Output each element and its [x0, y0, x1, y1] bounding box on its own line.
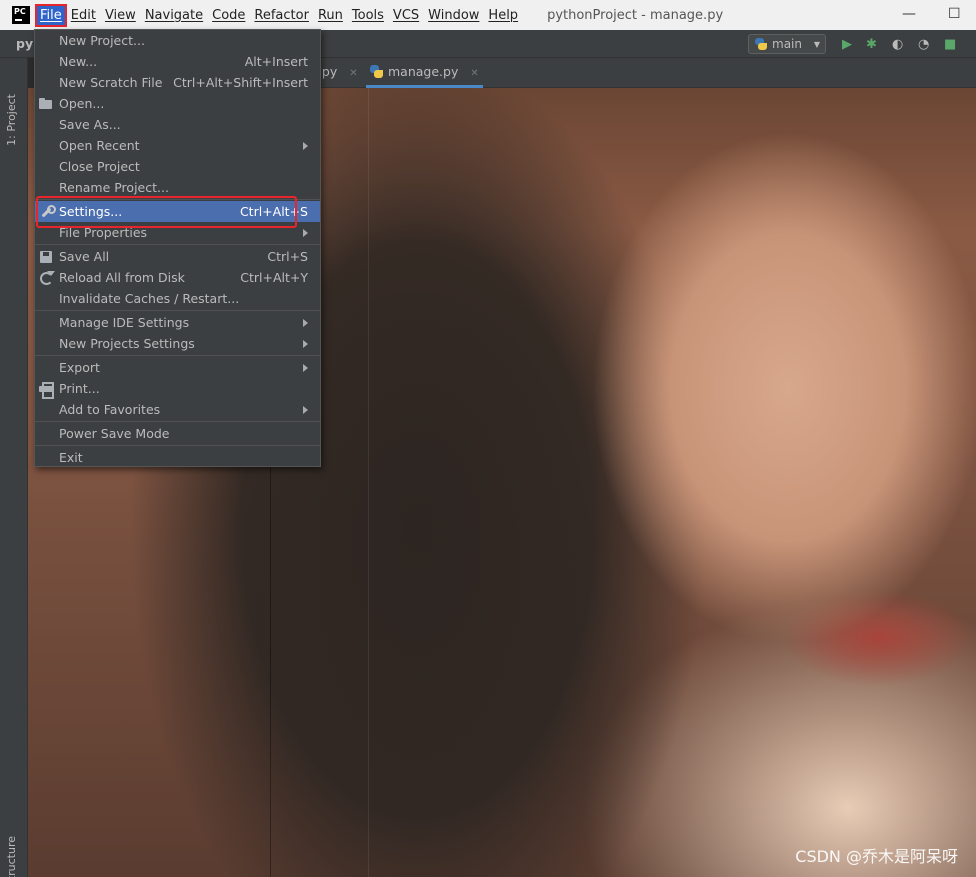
- menu-item-invalidate-caches[interactable]: Invalidate Caches / Restart...: [35, 288, 320, 309]
- menu-vcs[interactable]: VCS: [389, 5, 423, 26]
- editor-tab-bar: n.py ✕ manage.py ✕: [270, 58, 976, 88]
- menu-view[interactable]: View: [101, 5, 140, 26]
- editor-right-margin: [368, 88, 369, 877]
- menu-item-print[interactable]: Print...: [35, 378, 320, 399]
- print-icon: [39, 382, 54, 399]
- menu-item-settings[interactable]: Settings... Ctrl+Alt+S: [35, 201, 320, 222]
- menu-run[interactable]: Run: [314, 5, 347, 26]
- menu-separator: [35, 310, 320, 311]
- run-configuration-selector[interactable]: main ▼: [748, 34, 826, 54]
- structure-tool-tab[interactable]: Z: Structure: [5, 836, 18, 877]
- menu-item-new-projects-settings[interactable]: New Projects Settings: [35, 333, 320, 354]
- menu-separator: [35, 421, 320, 422]
- pycharm-logo-icon: PC: [12, 6, 30, 24]
- menu-item-power-save-mode[interactable]: Power Save Mode: [35, 423, 320, 444]
- debug-icon[interactable]: ✱: [866, 37, 877, 52]
- menu-tools[interactable]: Tools: [348, 5, 388, 26]
- menu-item-new-scratch-file[interactable]: New Scratch File Ctrl+Alt+Shift+Insert: [35, 72, 320, 93]
- menu-item-file-properties[interactable]: File Properties: [35, 222, 320, 243]
- wrench-icon: [39, 205, 56, 218]
- menu-item-close-project[interactable]: Close Project: [35, 156, 320, 177]
- folder-icon: [39, 97, 53, 110]
- menu-separator: [35, 445, 320, 446]
- close-icon[interactable]: ✕: [349, 68, 357, 79]
- profile-icon[interactable]: ◔: [918, 37, 929, 52]
- menu-item-open[interactable]: Open...: [35, 93, 320, 114]
- menu-separator: [35, 244, 320, 245]
- project-tool-tab[interactable]: 1: Project: [5, 94, 18, 146]
- menu-bar: PC File Edit View Navigate Code Refactor…: [0, 0, 976, 30]
- editor-tab-label: manage.py: [388, 64, 459, 79]
- menu-item-exit[interactable]: Exit: [35, 447, 320, 468]
- menu-item-new[interactable]: New... Alt+Insert: [35, 51, 320, 72]
- shortcut-label: Ctrl+S: [267, 249, 308, 264]
- menu-separator: [35, 355, 320, 356]
- menu-refactor[interactable]: Refactor: [250, 5, 313, 26]
- save-icon: [39, 250, 53, 263]
- watermark: CSDN @乔木是阿呆呀: [795, 847, 958, 866]
- menu-item-open-recent[interactable]: Open Recent: [35, 135, 320, 156]
- window-title: pythonProject - manage.py: [547, 7, 724, 23]
- menu-navigate[interactable]: Navigate: [141, 5, 207, 26]
- menu-item-manage-ide-settings[interactable]: Manage IDE Settings: [35, 312, 320, 333]
- build-icon[interactable]: ■: [944, 37, 956, 52]
- menu-separator: [35, 199, 320, 200]
- menu-file[interactable]: File: [35, 3, 67, 27]
- run-icon[interactable]: ▶: [842, 37, 852, 52]
- maximize-icon[interactable]: ☐: [948, 6, 961, 22]
- reload-icon: [39, 271, 55, 285]
- project-breadcrumb[interactable]: py: [16, 36, 33, 51]
- file-menu: New Project... New... Alt+Insert New Scr…: [34, 29, 321, 467]
- menu-code[interactable]: Code: [208, 5, 249, 26]
- chevron-down-icon: ▼: [813, 39, 820, 49]
- submenu-arrow-icon: [303, 228, 308, 237]
- menu-item-add-to-favorites[interactable]: Add to Favorites: [35, 399, 320, 420]
- shortcut-label: Ctrl+Alt+S: [239, 204, 308, 219]
- menu-item-export[interactable]: Export: [35, 357, 320, 378]
- menu-item-reload-all[interactable]: Reload All from Disk Ctrl+Alt+Y: [35, 267, 320, 288]
- menu-item-save-as[interactable]: Save As...: [35, 114, 320, 135]
- submenu-arrow-icon: [303, 318, 308, 327]
- submenu-arrow-icon: [303, 339, 308, 348]
- minimize-icon[interactable]: —: [902, 6, 916, 22]
- coverage-icon[interactable]: ◐: [892, 37, 903, 52]
- left-tool-strip: 1: Project Z: Structure: [0, 58, 28, 877]
- menu-item-save-all[interactable]: Save All Ctrl+S: [35, 246, 320, 267]
- shortcut-label: Ctrl+Alt+Y: [240, 270, 308, 285]
- menu-help[interactable]: Help: [484, 5, 522, 26]
- menu-edit[interactable]: Edit: [67, 5, 100, 26]
- run-configuration-label: main: [772, 37, 802, 51]
- submenu-arrow-icon: [303, 405, 308, 414]
- shortcut-label: Ctrl+Alt+Shift+Insert: [173, 75, 308, 90]
- submenu-arrow-icon: [303, 363, 308, 372]
- menu-window[interactable]: Window: [424, 5, 483, 26]
- editor-tab-manage[interactable]: manage.py ✕: [366, 64, 483, 88]
- menu-item-new-project[interactable]: New Project...: [35, 30, 320, 51]
- python-icon: [755, 38, 767, 50]
- submenu-arrow-icon: [303, 141, 308, 150]
- menu-item-rename-project[interactable]: Rename Project...: [35, 177, 320, 198]
- python-file-icon: [370, 65, 383, 78]
- shortcut-label: Alt+Insert: [244, 54, 308, 69]
- close-icon[interactable]: ✕: [470, 68, 478, 79]
